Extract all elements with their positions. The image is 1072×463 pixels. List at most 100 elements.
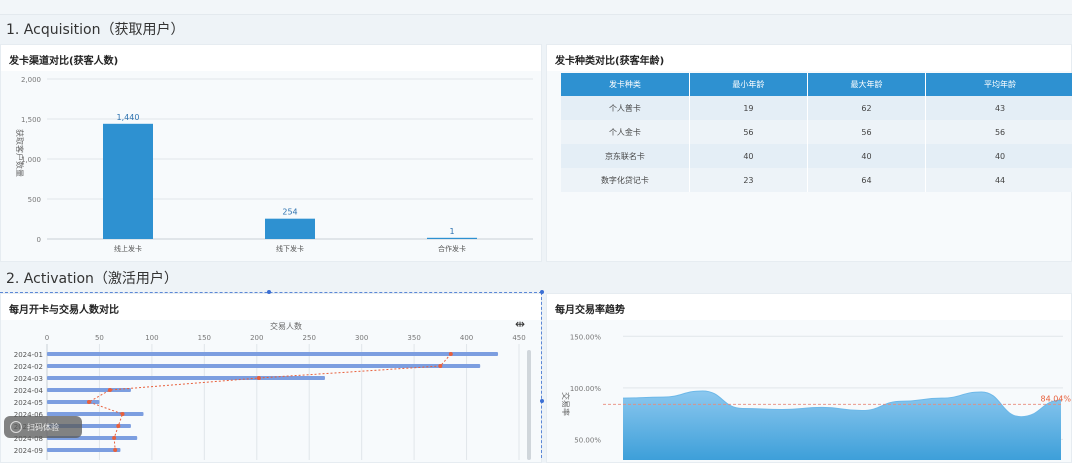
- table-cell: 40: [689, 144, 808, 168]
- panel-header: 发卡种类对比(获客年龄): [547, 45, 1071, 71]
- top-bar: [0, 0, 1072, 15]
- bar: [47, 448, 121, 452]
- y-tick-label: 2024-09: [14, 447, 43, 455]
- x-tick-label: 线上发卡: [114, 244, 142, 253]
- y-tick-label: 150.00%: [570, 333, 601, 341]
- bar: [103, 123, 153, 239]
- rate-area-chart[interactable]: 交易率 50.00% 100.00% 150.00% 84.04%: [547, 320, 1072, 460]
- channel-chart-panel[interactable]: 发卡渠道对比(获客人数) 获取客户数量 0 500 1,000 1,500 2,000 1…: [0, 44, 542, 262]
- y-tick-label: 0: [37, 236, 41, 244]
- panel-title: 每月开卡与交易人数对比: [9, 305, 119, 316]
- data-point: [113, 448, 118, 452]
- column-resize-icon[interactable]: ⇹: [515, 317, 525, 331]
- y-axis-label: 获取客户数量: [15, 129, 25, 177]
- data-point: [116, 424, 121, 428]
- monthly-chart-panel[interactable]: 每月开卡与交易人数对比 交易人数 0 50 100 150 200 250 300 350 40…: [0, 293, 542, 463]
- table-cell: 个人普卡: [561, 96, 690, 120]
- y-tick-label: 2024-03: [14, 375, 43, 383]
- table-cell: 19: [689, 96, 808, 120]
- data-point: [438, 364, 443, 368]
- data-point: [86, 400, 91, 404]
- y-tick-label: 2024-01: [14, 351, 43, 359]
- table-cell: 23: [689, 168, 808, 192]
- scan-icon: [10, 421, 22, 433]
- y-tick-label: 1,500: [21, 116, 41, 124]
- y-tick-label: 2024-04: [14, 387, 44, 395]
- y-axis-label: 交易率: [561, 392, 571, 416]
- bar-value-label: 1: [449, 227, 454, 236]
- resize-handle[interactable]: [540, 399, 544, 403]
- card-type-table: 发卡种类 最小年龄 最大年龄 平均年龄 个人普卡 19 62 43 个人金卡 5…: [561, 73, 1072, 192]
- bar: [427, 237, 477, 239]
- table-row[interactable]: 数字化贷记卡 23 64 44: [561, 168, 1072, 192]
- table-cell: 40: [807, 144, 927, 168]
- section-title-activation: 2. Activation（激活用户）: [6, 271, 178, 287]
- y-tick-label: 100.00%: [570, 385, 601, 393]
- x-tick-label: 450: [512, 334, 525, 342]
- card-type-table-panel[interactable]: 发卡种类对比(获客年龄) 发卡种类 最小年龄 最大年龄 平均年龄 个人普卡 19…: [546, 44, 1072, 262]
- table-cell: 44: [925, 168, 1072, 192]
- table-cell: 56: [807, 120, 927, 144]
- data-point: [120, 412, 125, 416]
- channel-bar-chart[interactable]: 获取客户数量 0 500 1,000 1,500 2,000 1,440 线上发卡 254 线下…: [1, 71, 541, 261]
- bar-value-label: 254: [282, 208, 297, 217]
- x-tick-label: 线下发卡: [276, 244, 304, 253]
- table-cell: 数字化贷记卡: [561, 168, 690, 192]
- y-tick-label: 2024-05: [14, 399, 43, 407]
- scan-button-label: 扫码体验: [27, 422, 59, 432]
- panel-header: 每月交易率趋势: [547, 294, 1071, 320]
- table-cell: 43: [925, 96, 1072, 120]
- table-row[interactable]: 个人金卡 56 56 56: [561, 120, 1072, 144]
- table-row[interactable]: 京东联名卡 40 40 40: [561, 144, 1072, 168]
- bar: [47, 352, 499, 356]
- y-tick-label: 1,000: [21, 156, 41, 164]
- panel-header: 发卡渠道对比(获客人数): [1, 45, 541, 71]
- rate-chart-panel[interactable]: 每月交易率趋势 交易率 50.00% 100.00% 150.00% 84.04%: [546, 293, 1072, 463]
- table-cell: 64: [807, 168, 927, 192]
- column-header[interactable]: 最小年龄: [689, 73, 808, 96]
- x-tick-label: 400: [460, 334, 473, 342]
- y-tick-label: 500: [28, 196, 41, 204]
- x-tick-label: 200: [250, 334, 263, 342]
- table-cell: 40: [925, 144, 1072, 168]
- x-tick-label: 0: [45, 334, 49, 342]
- x-tick-label: 50: [95, 334, 104, 342]
- column-header[interactable]: 最大年龄: [807, 73, 927, 96]
- x-tick-label: 300: [355, 334, 368, 342]
- x-tick-label: 150: [198, 334, 211, 342]
- panel-title: 每月交易率趋势: [555, 305, 625, 316]
- data-point: [107, 388, 112, 392]
- bar: [265, 218, 315, 239]
- bar-value-label: 1,440: [117, 113, 140, 122]
- table-cell: 56: [689, 120, 808, 144]
- panel-header: 每月开卡与交易人数对比: [1, 294, 541, 320]
- section-title-acquisition: 1. Acquisition（获取用户）: [6, 22, 185, 38]
- table-cell: 个人金卡: [561, 120, 690, 144]
- panel-title: 发卡渠道对比(获客人数): [9, 56, 119, 67]
- mark-line-label: 84.04%: [1040, 394, 1071, 403]
- bar: [47, 388, 131, 392]
- column-header[interactable]: 发卡种类: [561, 73, 690, 96]
- y-tick-label: 2024-02: [14, 363, 43, 371]
- y-tick-label: 50.00%: [574, 436, 601, 444]
- table-cell: 京东联名卡: [561, 144, 690, 168]
- table-row[interactable]: 个人普卡 19 62 43: [561, 96, 1072, 120]
- table-cell: 56: [925, 120, 1072, 144]
- table-header-row: 发卡种类 最小年龄 最大年龄 平均年龄: [561, 73, 1072, 96]
- column-header[interactable]: 平均年龄: [925, 73, 1072, 96]
- y-tick-label: 2,000: [21, 76, 41, 84]
- scan-experience-button[interactable]: 扫码体验: [4, 416, 82, 438]
- data-point: [448, 352, 453, 356]
- x-tick-label: 350: [407, 334, 420, 342]
- monthly-bar-chart[interactable]: 交易人数 0 50 100 150 200 250 300 350 400 450 2024-01 2…: [1, 320, 541, 460]
- x-tick-label: 100: [145, 334, 158, 342]
- data-point: [256, 376, 261, 380]
- scrollbar[interactable]: [527, 350, 531, 460]
- resize-handle[interactable]: [540, 290, 544, 294]
- x-tick-label: 合作发卡: [438, 244, 466, 253]
- x-axis-label: 交易人数: [270, 321, 302, 331]
- resize-handle[interactable]: [267, 290, 271, 294]
- series-line: [87, 353, 452, 451]
- x-tick-label: 250: [303, 334, 316, 342]
- area-fill: [623, 390, 1061, 460]
